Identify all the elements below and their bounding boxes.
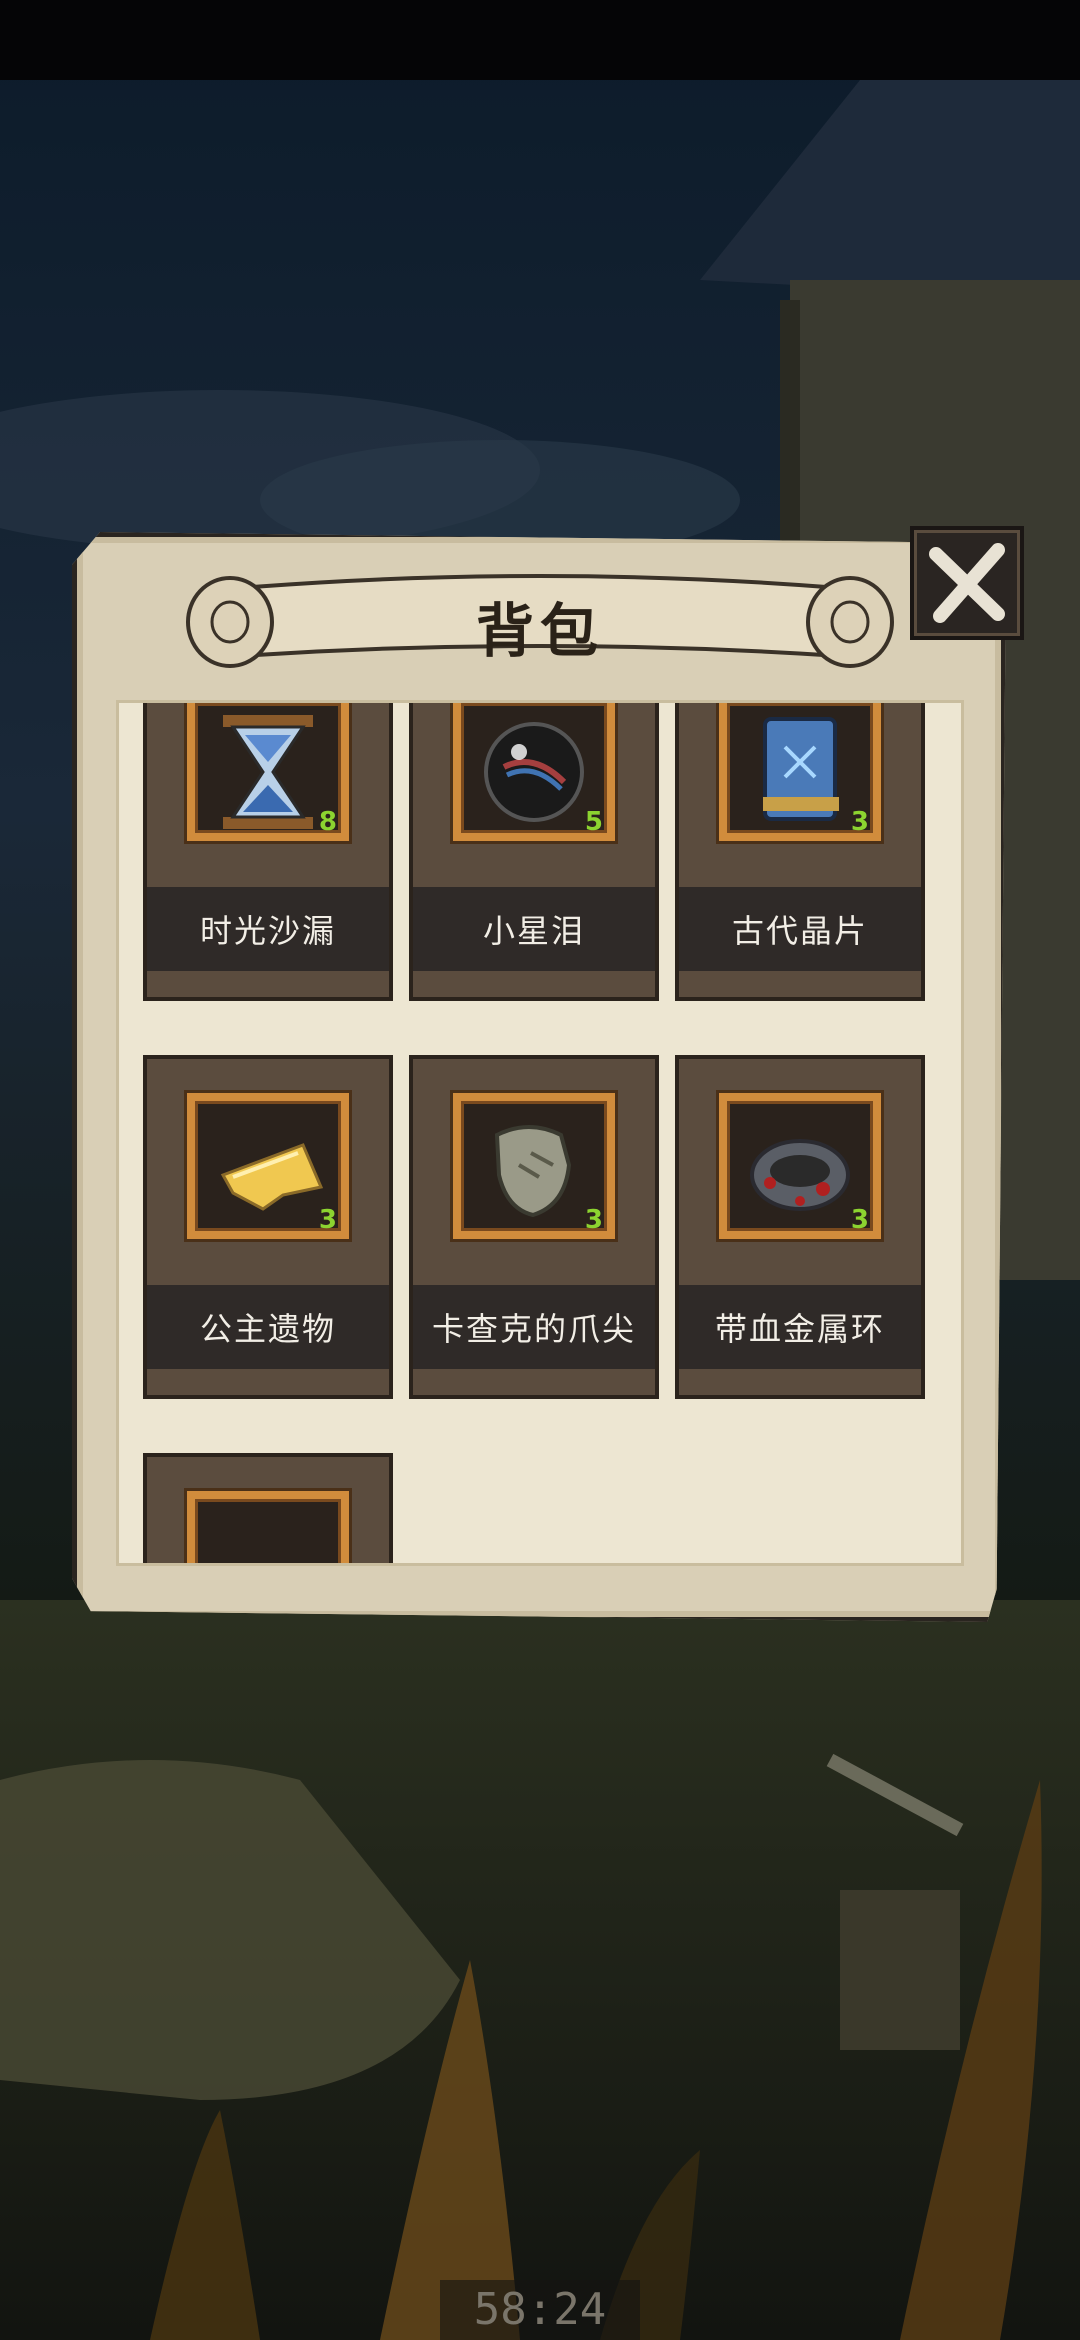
top-status-area [0,0,1080,80]
item-card-partial[interactable] [143,1453,393,1563]
close-icon [929,543,1005,623]
claw-tip-icon [494,1125,572,1218]
item-card-bloody-ring[interactable]: 3 带血金属环 [675,1055,925,1399]
item-count: 3 [850,807,869,837]
item-name: 公主遗物 [199,1310,336,1348]
item-count: 3 [318,1205,337,1235]
item-name: 古代晶片 [731,912,868,950]
hourglass-icon [223,715,313,829]
item-card-star-tear[interactable]: 5 小星泪 [409,703,659,1001]
item-name: 时光沙漏 [199,912,336,950]
item-card-claw-tip[interactable]: 3 卡查克的爪尖 [409,1055,659,1399]
close-button[interactable] [910,526,1024,640]
item-name: 带血金属环 [714,1310,885,1348]
bloody-metal-ring-icon [750,1139,850,1211]
star-tear-orb-icon [484,722,584,822]
item-card-hourglass[interactable]: 8 时光沙漏 [143,703,393,1001]
item-name: 小星泪 [482,912,585,950]
item-count: 5 [584,807,603,837]
item-card-ancient-chip[interactable]: 3 古代晶片 [675,703,925,1001]
item-count: 3 [850,1205,869,1235]
item-count: 8 [318,807,337,837]
item-name: 卡查克的爪尖 [431,1310,636,1348]
item-card-princess-relic[interactable]: 3 公主遗物 [143,1055,393,1399]
inventory-item-list[interactable]: 8 时光沙漏 5 小星泪 3 古代晶片 3 公主遗物 3 卡查克的爪尖 3 带血… [116,700,964,1566]
ancient-crystal-chip-icon [763,717,839,821]
item-count: 3 [584,1205,603,1235]
princess-relic-fragment-icon [220,1143,324,1211]
game-timer: 58:24 [440,2280,640,2340]
